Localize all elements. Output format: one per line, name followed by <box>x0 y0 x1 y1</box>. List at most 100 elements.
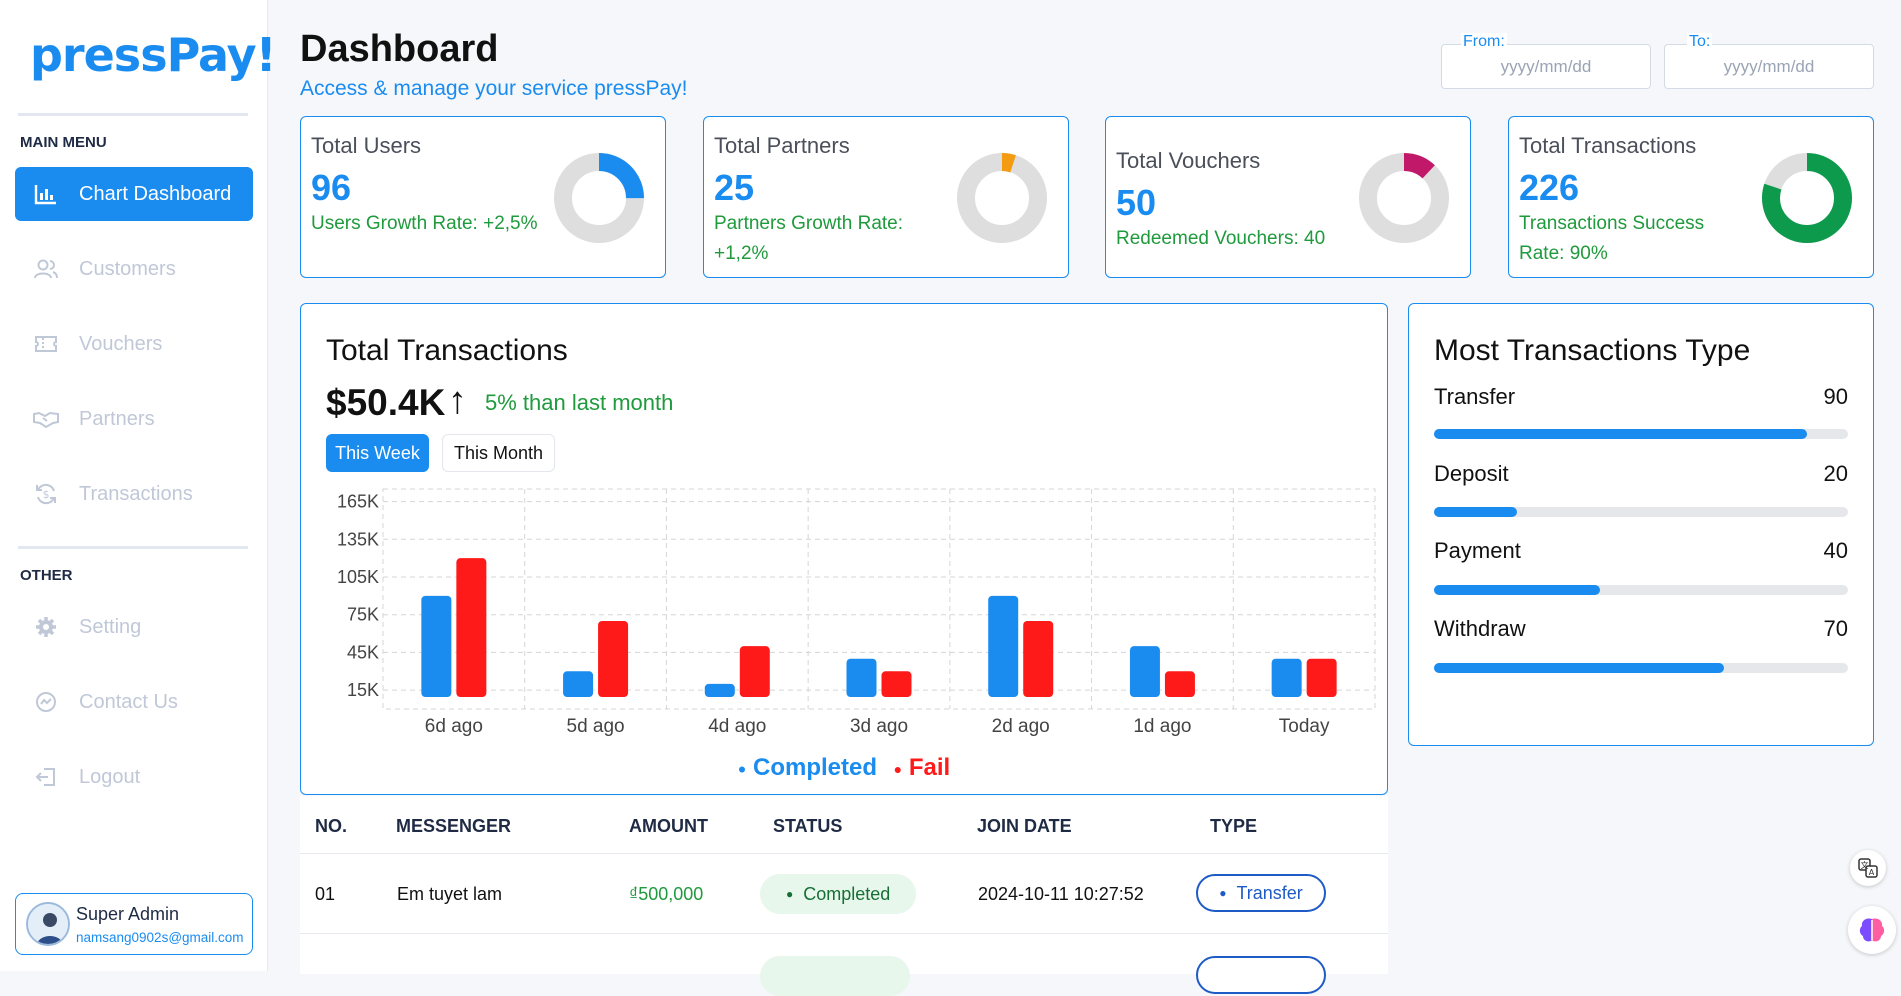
stat-value: 50 <box>1116 182 1157 223</box>
ticket-icon <box>33 331 59 357</box>
gear-icon <box>33 614 59 640</box>
stat-card-partners: Total Partners 25 Partners Growth Rate: … <box>703 116 1069 278</box>
tab-this-week[interactable]: This Week <box>326 434 429 472</box>
stat-value: 96 <box>311 167 352 208</box>
stat-card-transactions: Total Transactions 226 Transactions Succ… <box>1508 116 1874 278</box>
tab-this-month[interactable]: This Month <box>442 434 555 472</box>
stat-sub: Partners Growth Rate: +1,2% <box>714 213 904 264</box>
svg-text:A: A <box>1869 868 1875 877</box>
sidebar-item-label: Chart Dashboard <box>79 182 232 205</box>
table-row[interactable] <box>300 934 1388 996</box>
y-tick-label: 105K <box>337 567 379 587</box>
status-badge <box>760 956 910 996</box>
y-tick-label: 45K <box>347 642 379 662</box>
chat-icon <box>33 689 59 715</box>
sidebar-item-customers[interactable]: Customers <box>15 242 253 296</box>
column-header[interactable]: STATUS <box>773 816 842 837</box>
legend-fail: Fail <box>908 754 951 781</box>
type-label: Withdraw <box>1434 616 1526 641</box>
sidebar-item-transactions[interactable]: $ Transactions <box>15 467 253 521</box>
sidebar-item-contact-us[interactable]: Contact Us <box>15 675 253 729</box>
page-subtitle: Access & manage your service pressPay! <box>300 77 688 100</box>
most-transactions-type-panel: Most Transactions Type Transfer 90 Depos… <box>1408 303 1874 746</box>
progress-fill <box>1434 429 1807 439</box>
sidebar-divider <box>18 546 248 549</box>
type-value: 20 <box>1823 461 1848 486</box>
x-tick-label: 5d ago <box>567 716 625 737</box>
status-badge: ● Completed <box>760 874 917 914</box>
sidebar-item-setting[interactable]: Setting <box>15 600 253 654</box>
profile-name: Super Admin <box>76 904 180 924</box>
sidebar-item-label: Vouchers <box>79 332 163 355</box>
donut-track <box>957 153 1047 243</box>
svg-text:文: 文 <box>1861 860 1869 870</box>
table-row[interactable]: 01 Em tuyet lam ₫500,000 ● Completed 202… <box>300 854 1388 934</box>
column-header[interactable]: JOIN DATE <box>977 816 1072 837</box>
status-text: Completed <box>803 883 891 904</box>
cell-no: 01 <box>315 884 336 904</box>
column-header[interactable]: AMOUNT <box>629 816 708 837</box>
stat-value: 226 <box>1519 167 1580 208</box>
cell-amount: ₫500,000 <box>629 884 704 904</box>
bar-completed <box>846 658 877 697</box>
translate-icon: 文A <box>1858 858 1878 878</box>
type-value: 40 <box>1823 538 1848 563</box>
sidebar-item-partners[interactable]: Partners <box>15 392 253 446</box>
bar-fail <box>739 646 770 697</box>
progress-track <box>1434 429 1848 439</box>
total-transactions-panel: Total Transactions $50.4K ↑ 5% than last… <box>300 303 1388 795</box>
sidebar-item-chart-dashboard[interactable]: Chart Dashboard <box>15 167 253 221</box>
bar-completed <box>1271 658 1302 697</box>
progress-fill <box>1434 507 1517 517</box>
chart-legend: ● Completed ● Fail <box>301 754 1387 782</box>
sidebar-item-vouchers[interactable]: Vouchers <box>15 317 253 371</box>
app-logo[interactable]: pressPay! <box>30 28 277 82</box>
table-header: NO. MESSENGER AMOUNT STATUS JOIN DATE TY… <box>300 796 1388 854</box>
progress-fill <box>1434 663 1724 673</box>
type-label: Payment <box>1434 538 1521 563</box>
stat-label: Total Partners <box>714 133 850 158</box>
stat-card-vouchers: Total Vouchers 50 Redeemed Vouchers: 40 <box>1105 116 1471 278</box>
svg-text:$: $ <box>43 488 50 501</box>
handshake-icon <box>33 406 59 432</box>
bar-fail <box>1023 621 1054 697</box>
progress-track <box>1434 585 1848 595</box>
assistant-button[interactable] <box>1848 906 1896 954</box>
x-tick-label: 3d ago <box>850 716 908 737</box>
donut-chart <box>1762 153 1852 243</box>
sidebar-divider <box>18 113 248 116</box>
stat-label: Total Vouchers <box>1116 148 1261 173</box>
column-header[interactable]: MESSENGER <box>396 816 511 837</box>
bar-completed <box>421 595 452 697</box>
donut-chart <box>1359 153 1449 243</box>
bar-completed <box>988 595 1019 697</box>
donut-track <box>1359 153 1449 243</box>
main-menu-heading: MAIN MENU <box>20 134 107 151</box>
status-dot-icon: ● <box>786 887 794 901</box>
sidebar-item-label: Setting <box>79 615 142 638</box>
stat-label: Total Users <box>311 133 422 158</box>
panel-title: Most Transactions Type <box>1434 334 1751 367</box>
donut-chart <box>554 153 644 243</box>
progress-track <box>1434 663 1848 673</box>
type-badge[interactable]: ● Transfer <box>1196 874 1326 912</box>
type-dot-icon: ● <box>1219 886 1227 900</box>
avatar <box>26 902 70 946</box>
logout-icon <box>33 764 59 790</box>
column-header[interactable]: NO. <box>315 816 347 837</box>
bar-completed <box>1129 646 1160 697</box>
column-header[interactable]: TYPE <box>1210 816 1257 837</box>
stat-sub: Transactions Success Rate: 90% <box>1519 213 1705 264</box>
type-value: 90 <box>1823 384 1848 409</box>
sidebar-item-label: Customers <box>79 257 176 280</box>
sidebar: pressPay! MAIN MENU Chart Dashboard Cust… <box>0 0 277 971</box>
type-badge[interactable] <box>1196 956 1326 994</box>
bar-chart-icon <box>33 181 59 207</box>
donut-chart <box>957 153 1047 243</box>
user-profile-card[interactable]: Super Admin namsang0902s@gmail.com <box>15 893 253 955</box>
stat-value: 25 <box>714 167 755 208</box>
total-amount: $50.4K <box>326 382 446 423</box>
translate-button[interactable]: 文A <box>1850 850 1886 886</box>
sidebar-item-logout[interactable]: Logout <box>15 750 253 804</box>
bar-fail <box>1306 658 1337 697</box>
